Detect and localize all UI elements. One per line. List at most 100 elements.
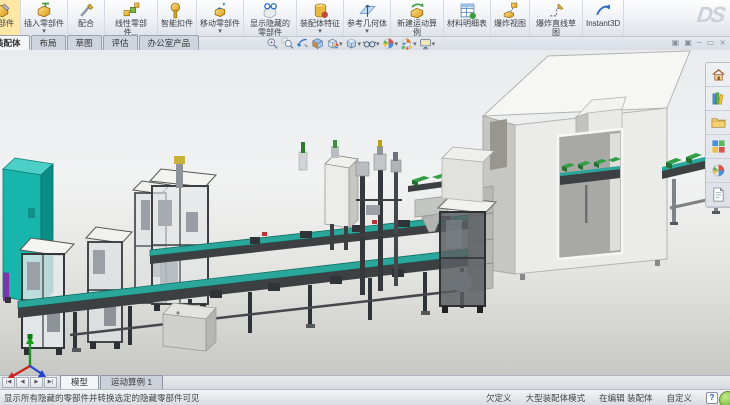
hide-show-items-icon	[363, 37, 376, 50]
graphics-area[interactable]	[0, 50, 730, 375]
command-button[interactable]: 新建运动算例 ▾	[391, 0, 444, 36]
file-explorer-icon	[711, 115, 726, 130]
command-button[interactable]: 配合 ▾	[68, 0, 105, 36]
pane-toggle-2[interactable]: ▣	[684, 37, 692, 48]
status-right: 欠定义 大型装配体模式 在编辑 装配体 自定义 ?	[486, 392, 718, 404]
bom-icon	[459, 2, 476, 19]
quick-tips-indicator[interactable]	[719, 391, 730, 405]
command-button[interactable]: 装配体特征 ▾	[297, 0, 344, 36]
command-label: 爆炸视图	[494, 20, 526, 29]
heads-up-view-toolbar: ▾ ▾ ▾ ▾ ▾ ▾ ▾	[265, 37, 436, 50]
assembly-features-icon	[312, 2, 329, 19]
view-tool-button[interactable]: ▾	[344, 37, 363, 50]
customize-link[interactable]: 自定义	[666, 392, 692, 404]
view-tool-button[interactable]: ▾	[381, 37, 400, 50]
lower-conveyor[interactable]	[18, 249, 468, 352]
command-button[interactable]: 零部件 ▾	[0, 0, 21, 36]
command-label: 智能扣件	[161, 20, 193, 29]
tab-nav-button[interactable]: ◀	[16, 377, 29, 388]
edit-component-icon	[0, 2, 11, 19]
edit-appearance-icon	[382, 37, 395, 50]
floor-control-box[interactable]	[163, 303, 216, 351]
view-tool-button[interactable]: ▾	[265, 37, 280, 50]
task-pane-button[interactable]	[706, 159, 730, 183]
move-component-icon	[212, 2, 229, 19]
command-button[interactable]: 材料明细表 ▾	[444, 0, 491, 36]
view-tool-button[interactable]: ▾	[418, 37, 437, 50]
command-button[interactable]: 爆炸直线草图 ▾	[530, 0, 583, 36]
ribbon-tab[interactable]: 草图	[67, 35, 102, 50]
view-tool-button[interactable]: ▾	[295, 37, 310, 50]
status-message: 显示所有隐藏的零部件并转换选定的隐藏零部件可见	[0, 392, 200, 404]
chevron-down-icon[interactable]: ▾	[318, 29, 322, 35]
task-pane-button[interactable]	[706, 183, 730, 207]
tab-nav-button[interactable]: ▶	[30, 377, 43, 388]
chevron-down-icon[interactable]: ▾	[365, 29, 369, 35]
view-orientation-icon	[326, 37, 339, 50]
chevron-down-icon[interactable]: ▾	[432, 40, 436, 48]
insert-component-icon	[36, 2, 53, 19]
custom-properties-icon	[711, 187, 726, 202]
command-label: Instant3D	[586, 20, 620, 29]
chevron-down-icon[interactable]: ▾	[413, 40, 417, 48]
command-button[interactable]: 智能扣件 ▾	[158, 0, 197, 36]
chevron-down-icon[interactable]: ▾	[339, 40, 343, 48]
close[interactable]: ×	[719, 37, 726, 48]
exploded-view-icon	[502, 2, 519, 19]
command-label: 显示隐藏的零部件	[247, 20, 293, 37]
ribbon-tab[interactable]: 布局	[31, 35, 66, 50]
appearances-scenes-icon	[711, 163, 726, 178]
bottle-fixture[interactable]	[299, 142, 307, 170]
press-station[interactable]	[356, 140, 402, 295]
tab-nav-button[interactable]: ▶|	[44, 377, 57, 388]
chevron-down-icon[interactable]: ▾	[395, 40, 399, 48]
ribbon-tab[interactable]: 评估	[103, 35, 138, 50]
pane-toggle-1[interactable]: ▣	[672, 37, 680, 48]
command-button[interactable]: 移动零部件 ▾	[197, 0, 244, 36]
zoom-fit-icon	[266, 37, 279, 50]
view-tool-button[interactable]: ▾	[362, 37, 381, 50]
command-manager: 零部件 ▾ 插入零部件 ▾ 配合 ▾ 线性零部件... ▾ 智能扣件 ▾ 移动零	[0, 0, 730, 37]
design-library-icon	[711, 91, 726, 106]
task-pane-button[interactable]	[706, 135, 730, 159]
view-tool-button[interactable]: ▾	[325, 37, 344, 50]
explode-line-icon	[548, 2, 565, 19]
instant3d-icon	[595, 2, 612, 19]
motion-study-icon	[409, 2, 426, 19]
command-button[interactable]: 爆炸视图 ▾	[491, 0, 530, 36]
linear-pattern-icon	[123, 2, 140, 19]
ribbon-tab[interactable]: 装配体	[0, 35, 30, 50]
command-label: 配合	[78, 20, 94, 29]
assembly-3d-view[interactable]	[0, 50, 730, 378]
help-icon[interactable]: ?	[706, 392, 718, 404]
door-opening[interactable]	[558, 129, 622, 259]
command-label: 新建运动算例	[394, 20, 440, 37]
restore[interactable]: ▭	[707, 37, 715, 48]
command-button[interactable]: 插入零部件 ▾	[21, 0, 68, 36]
task-pane-button[interactable]	[706, 63, 730, 87]
large-assembly-mode: 大型装配体模式	[526, 392, 586, 404]
chevron-down-icon[interactable]: ▾	[218, 29, 222, 35]
command-label: 材料明细表	[447, 20, 487, 29]
view-tool-button[interactable]: ▾	[399, 37, 418, 50]
chevron-down-icon[interactable]: ▾	[358, 40, 362, 48]
view-settings-icon	[419, 37, 432, 50]
view-tool-button[interactable]: ▾	[310, 37, 325, 50]
minimize[interactable]: ─	[697, 37, 702, 48]
ribbon-tab[interactable]: 办公室产品	[139, 35, 200, 50]
machine-enclosure[interactable]	[468, 51, 690, 292]
show-hidden-components-icon	[262, 2, 279, 19]
task-pane-button[interactable]	[706, 111, 730, 135]
view-palette-icon	[711, 139, 726, 154]
chevron-down-icon[interactable]: ▾	[376, 40, 380, 48]
command-button[interactable]: 参考几何体 ▾	[344, 0, 391, 36]
status-bar: 显示所有隐藏的零部件并转换选定的隐藏零部件可见 欠定义 大型装配体模式 在编辑 …	[0, 389, 730, 405]
command-button[interactable]: Instant3D ▾	[583, 0, 624, 36]
ribbon-tab-row: 装配体 布局 草图 评估 办公室产品 ▾ ▾ ▾	[0, 37, 730, 50]
task-pane-button[interactable]	[706, 87, 730, 111]
command-button[interactable]: 显示隐藏的零部件 ▾	[244, 0, 297, 36]
command-button[interactable]: 线性零部件... ▾	[105, 0, 158, 36]
view-tool-button[interactable]: ▾	[280, 37, 295, 50]
chevron-down-icon[interactable]: ▾	[42, 29, 46, 35]
tab-nav-button[interactable]: |◀	[2, 377, 15, 388]
